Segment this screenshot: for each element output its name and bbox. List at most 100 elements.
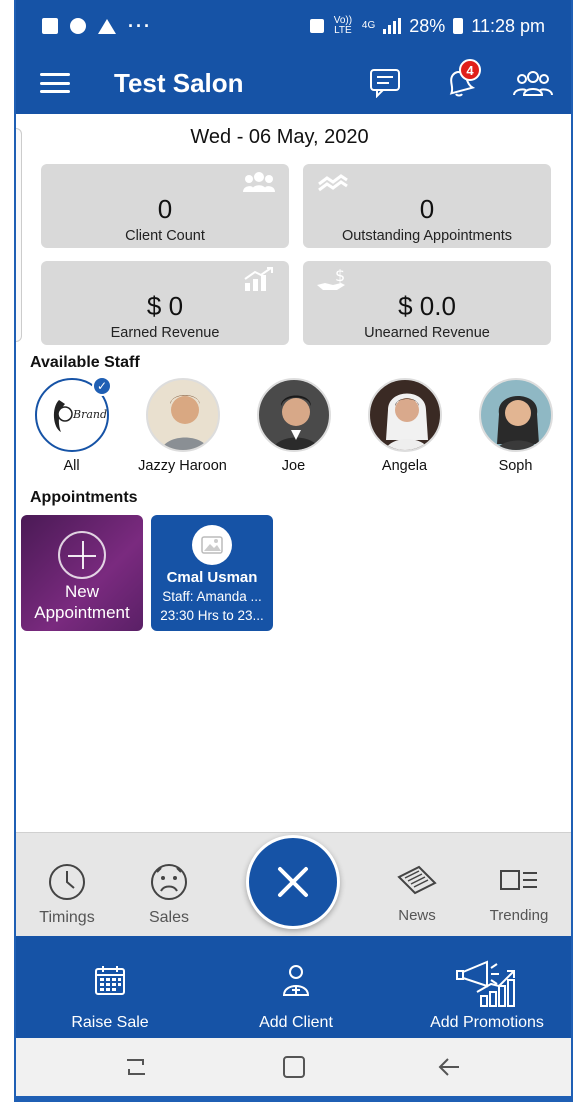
staff-item-soph[interactable]: Soph bbox=[460, 378, 571, 474]
notification-badge: 4 bbox=[459, 59, 481, 81]
add-promotions-button[interactable]: Add Promotions bbox=[412, 950, 562, 1032]
growth-chart-icon bbox=[244, 267, 273, 291]
sales-label: Sales bbox=[148, 909, 190, 926]
avatar bbox=[256, 378, 331, 452]
appointment-time: 23:30 Hrs to 23... bbox=[160, 608, 264, 623]
svg-text:$: $ bbox=[335, 267, 345, 285]
current-date: Wed - 06 May, 2020 bbox=[190, 126, 369, 148]
stat-value: 0 bbox=[419, 194, 435, 224]
sales-button[interactable]: Sales bbox=[124, 861, 214, 927]
status-bar: ··· Vo)) LTE 4G 28% 11:28 pm bbox=[16, 0, 571, 52]
appointment-staff: Staff: Amanda ... bbox=[162, 589, 262, 604]
calendar-icon bbox=[95, 966, 125, 995]
stat-value: $ 0.0 bbox=[398, 291, 456, 321]
appointment-client: Cmal Usman bbox=[166, 569, 258, 586]
megaphone-chart-icon bbox=[456, 960, 515, 1007]
avatar bbox=[367, 378, 442, 452]
new-label-line1: New bbox=[64, 582, 99, 601]
status-right-icons: Vo)) LTE 4G 28% 11:28 pm bbox=[309, 15, 545, 37]
stat-label: Earned Revenue bbox=[110, 325, 220, 341]
staff-list: Brand ✓ All Jazzy Haroon Joe Angela Soph bbox=[16, 376, 571, 474]
close-icon bbox=[278, 867, 308, 897]
add-client-button[interactable]: Add Client bbox=[244, 950, 348, 1032]
face-icon bbox=[151, 864, 187, 900]
home-square-icon bbox=[283, 1056, 305, 1078]
newspaper-icon bbox=[397, 865, 437, 895]
available-staff-heading: Available Staff bbox=[30, 354, 140, 371]
frame-bottom-border bbox=[14, 1096, 573, 1102]
raise-sale-button[interactable]: Raise Sale bbox=[60, 950, 160, 1032]
avatar bbox=[478, 378, 553, 452]
gallery-notification-icon bbox=[42, 18, 58, 34]
more-notifications-indicator: ··· bbox=[128, 15, 152, 36]
svg-text:Brand: Brand bbox=[72, 408, 107, 421]
network-type: 4G bbox=[361, 20, 376, 31]
hands-icon bbox=[318, 174, 348, 192]
add-client-label: Add Client bbox=[259, 1014, 333, 1031]
battery-percent: 28% bbox=[409, 15, 446, 36]
raise-sale-label: Raise Sale bbox=[71, 1014, 149, 1031]
add-promotions-label: Add Promotions bbox=[430, 1014, 544, 1031]
chat-icon[interactable] bbox=[365, 65, 405, 101]
dollar-hand-icon: $ bbox=[317, 267, 345, 290]
recents-icon bbox=[127, 1059, 145, 1075]
new-appointment-button[interactable]: New Appointment bbox=[21, 515, 143, 631]
stat-label: Client Count bbox=[125, 228, 205, 244]
app-frame: ··· Vo)) LTE 4G 28% 11:28 pm Test Salon … bbox=[14, 0, 573, 1102]
side-drawer-handle[interactable] bbox=[16, 128, 22, 342]
trending-label: Trending bbox=[489, 907, 549, 924]
news-label: News bbox=[398, 907, 436, 924]
staff-name: Angela bbox=[381, 458, 428, 474]
staff-name: Soph bbox=[498, 458, 533, 474]
notification-bell-icon[interactable]: 4 bbox=[439, 59, 481, 101]
appointments-heading: Appointments bbox=[30, 489, 138, 506]
system-navigation-bar bbox=[16, 1038, 571, 1096]
image-placeholder-icon bbox=[192, 525, 232, 565]
menu-icon[interactable] bbox=[40, 73, 70, 93]
outstanding-appointments-card[interactable]: 0 Outstanding Appointments bbox=[303, 164, 551, 248]
news-button[interactable]: News bbox=[372, 859, 462, 924]
clock: 11:28 pm bbox=[471, 15, 545, 36]
app-title: Test Salon bbox=[114, 67, 244, 98]
warning-notification-icon bbox=[98, 18, 116, 34]
alarm-icon bbox=[309, 19, 324, 33]
appointments-list: New Appointment Cmal Usman Staff: Amanda… bbox=[21, 515, 273, 631]
new-label-line2: Appointment bbox=[34, 603, 130, 622]
action-bar: Raise Sale Add Client Add Promotions bbox=[16, 936, 571, 1038]
client-count-card[interactable]: 0 Client Count bbox=[41, 164, 289, 248]
back-arrow-icon bbox=[438, 1058, 459, 1076]
staff-name: Jazzy Haroon bbox=[138, 458, 227, 474]
staff-item-angela[interactable]: Angela bbox=[349, 378, 460, 474]
stat-label: Outstanding Appointments bbox=[341, 228, 513, 244]
people-group-icon[interactable] bbox=[513, 65, 553, 101]
volte-indicator: Vo)) LTE bbox=[333, 15, 353, 36]
stat-value: $ 0 bbox=[146, 291, 184, 321]
back-button[interactable] bbox=[430, 1054, 470, 1080]
staff-name: Joe bbox=[281, 458, 306, 474]
earned-revenue-card[interactable]: $ 0 Earned Revenue bbox=[41, 261, 289, 345]
signal-icon bbox=[383, 18, 402, 34]
stat-label: Unearned Revenue bbox=[364, 325, 490, 341]
stats-grid: 0 Client Count 0 Outstanding Appointment… bbox=[41, 164, 551, 345]
stat-value: 0 bbox=[157, 194, 173, 224]
app-notification-icon bbox=[70, 18, 86, 34]
staff-item-jazzy-haroon[interactable]: Jazzy Haroon bbox=[127, 378, 238, 474]
group-icon bbox=[243, 172, 275, 192]
unearned-revenue-card[interactable]: $ $ 0.0 Unearned Revenue bbox=[303, 261, 551, 345]
staff-item-all[interactable]: Brand ✓ All bbox=[16, 376, 127, 474]
close-fab-button[interactable] bbox=[246, 835, 340, 929]
bottom-menu: Timings Sales News Trending bbox=[16, 832, 571, 936]
battery-icon bbox=[453, 18, 464, 34]
home-button[interactable] bbox=[274, 1054, 314, 1080]
trending-button[interactable]: Trending bbox=[474, 859, 564, 924]
timings-button[interactable]: Timings bbox=[22, 861, 112, 927]
staff-item-joe[interactable]: Joe bbox=[238, 378, 349, 474]
clock-icon bbox=[49, 864, 85, 900]
new-appointment-label: New Appointment bbox=[21, 581, 143, 623]
plus-icon bbox=[58, 531, 106, 579]
add-person-icon bbox=[282, 965, 310, 996]
status-left-icons: ··· bbox=[42, 16, 152, 37]
list-icon bbox=[500, 870, 537, 890]
recent-apps-button[interactable] bbox=[116, 1054, 156, 1080]
appointment-card[interactable]: Cmal Usman Staff: Amanda ... 23:30 Hrs t… bbox=[151, 515, 273, 631]
